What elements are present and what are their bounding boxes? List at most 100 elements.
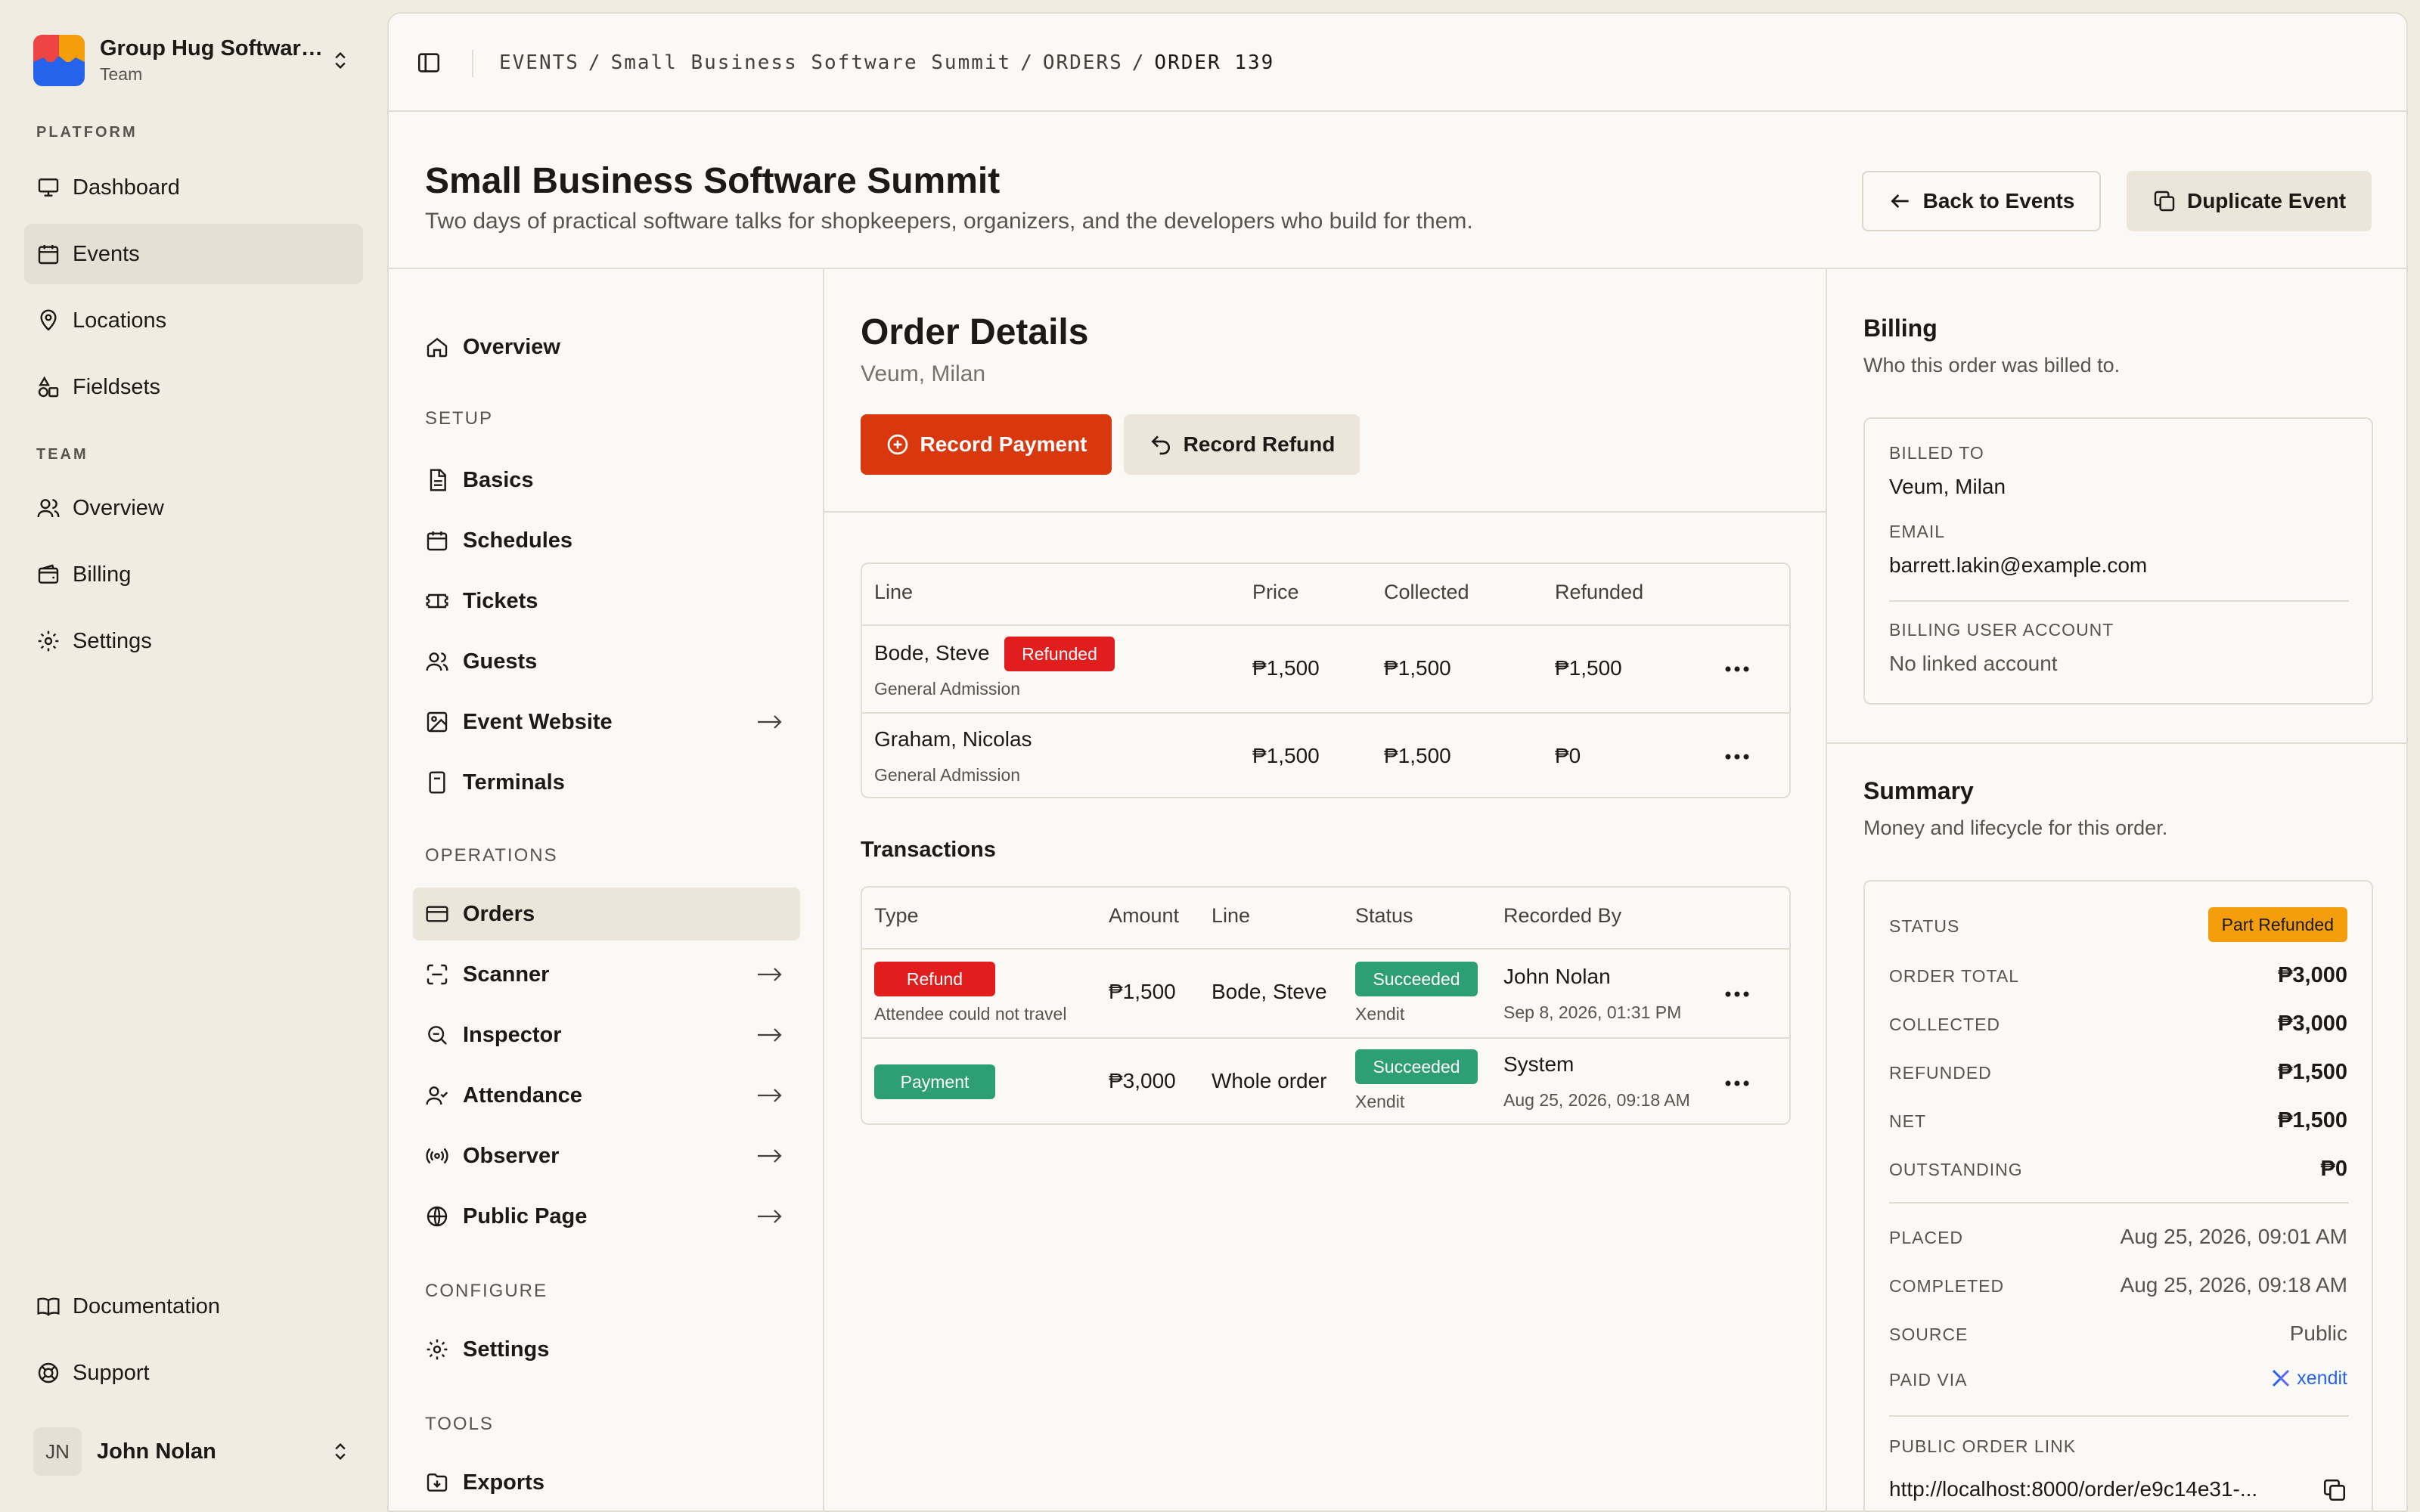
back-to-events-button[interactable]: Back to Events [1862, 171, 2101, 231]
billed-to-label: BILLED TO [1889, 443, 1984, 463]
column-header-refunded: Refunded [1555, 581, 1644, 603]
billed-to-value: Veum, Milan [1889, 475, 2006, 498]
event-nav-scanner[interactable]: Scanner [413, 948, 800, 1001]
team-name: Group Hug Software... [100, 36, 330, 60]
column-header-line: Line [874, 581, 914, 603]
duplicate-event-button[interactable]: Duplicate Event [2127, 171, 2372, 231]
table-row: Refund Attendee could not travel ₱1,500 … [862, 948, 1789, 1037]
sidebar-item-settings[interactable]: Settings [24, 611, 363, 671]
breadcrumb-events[interactable]: EVENTS [499, 51, 579, 74]
sidebar-item-team-overview[interactable]: Overview [24, 478, 363, 538]
user-menu[interactable]: JN John Nolan [33, 1421, 351, 1482]
operations-heading: OPERATIONS [425, 845, 558, 866]
team-switcher[interactable]: Group Hug Software... Team [33, 30, 351, 91]
line-price: ₱1,500 [1252, 744, 1320, 767]
scan-icon [427, 964, 448, 985]
column-header-collected: Collected [1384, 581, 1469, 603]
setup-heading: SETUP [425, 408, 494, 429]
sidebar-toggle-icon[interactable] [416, 50, 442, 76]
event-nav-schedules[interactable]: Schedules [413, 514, 800, 567]
event-nav-attendance[interactable]: Attendance [413, 1069, 800, 1122]
file-text-icon [430, 469, 446, 491]
column-header-type: Type [874, 904, 919, 927]
transaction-type-badge: Payment [874, 1064, 995, 1099]
status-label: STATUS [1889, 916, 1960, 936]
calendar-icon [38, 245, 59, 265]
chevron-up-down-icon [335, 52, 346, 69]
sidebar-item-support[interactable]: Support [24, 1343, 363, 1403]
attendee-link[interactable]: Graham, Nicolas [874, 727, 1032, 751]
sidebar-item-fieldsets[interactable]: Fieldsets [24, 357, 363, 417]
event-nav-orders[interactable]: Orders [413, 888, 800, 940]
app-sidebar: Group Hug Software... Team PLATFORM Dash… [0, 0, 387, 1512]
home-icon [427, 337, 448, 358]
event-nav-guests[interactable]: Guests [413, 635, 800, 688]
sidebar-item-locations[interactable]: Locations [24, 290, 363, 351]
payment-gateway: Xendit [1355, 1004, 1405, 1024]
user-check-icon [426, 1086, 448, 1105]
column-header-amount: Amount [1109, 904, 1180, 927]
search-icon [428, 1026, 447, 1045]
sidebar-item-label: Overview [73, 495, 164, 520]
status-badge: Part Refunded [2207, 907, 2347, 942]
public-order-link[interactable]: http://localhost:8000/order/e9c14e31-... [1889, 1477, 2297, 1501]
table-row: Graham, Nicolas General Admission ₱1,500… [862, 712, 1789, 800]
more-horizontal-icon[interactable] [1724, 753, 1750, 761]
net-value: ₱1,500 [2278, 1108, 2347, 1132]
breadcrumb-event[interactable]: Small Business Software Summit [611, 51, 1012, 74]
paid-via-logo: xendit [2270, 1367, 2347, 1390]
users-icon [37, 499, 60, 518]
line-collected: ₱1,500 [1384, 656, 1451, 680]
event-nav-overview[interactable]: Overview [413, 321, 800, 373]
sidebar-item-dashboard[interactable]: Dashboard [24, 157, 363, 218]
line-price: ₱1,500 [1252, 656, 1320, 680]
more-horizontal-icon[interactable] [1724, 990, 1750, 998]
sidebar-item-events[interactable]: Events [24, 224, 363, 284]
sidebar-item-billing[interactable]: Billing [24, 544, 363, 605]
event-nav-tickets[interactable]: Tickets [413, 575, 800, 627]
arrow-right-icon [758, 1149, 782, 1163]
globe-icon [427, 1206, 448, 1227]
transaction-line: Whole order [1212, 1069, 1327, 1092]
event-nav-terminals[interactable]: Terminals [413, 756, 800, 809]
team-logo [33, 35, 85, 86]
billing-title: Billing [1863, 314, 1938, 342]
sidebar-item-documentation[interactable]: Documentation [24, 1276, 363, 1337]
radio-broadcast-icon [426, 1148, 448, 1164]
shapes-icon [38, 376, 59, 398]
attendee-link[interactable]: Bode, Steve [874, 641, 990, 665]
column-header-recorded-by: Recorded By [1503, 904, 1622, 927]
event-nav-inspector[interactable]: Inspector [413, 1009, 800, 1061]
email-value: barrett.lakin@example.com [1889, 553, 2148, 577]
ticket-type: General Admission [874, 765, 1021, 785]
event-nav-public-page[interactable]: Public Page [413, 1190, 800, 1243]
summary-description: Money and lifecycle for this order. [1863, 816, 2168, 839]
more-horizontal-icon[interactable] [1724, 1080, 1750, 1087]
record-refund-button[interactable]: Record Refund [1124, 414, 1360, 475]
billing-description: Who this order was billed to. [1863, 354, 2121, 376]
public-link-label: PUBLIC ORDER LINK [1889, 1436, 2077, 1456]
net-label: NET [1889, 1111, 1926, 1131]
event-nav-settings[interactable]: Settings [413, 1323, 800, 1376]
event-nav-event-website[interactable]: Event Website [413, 696, 800, 748]
breadcrumb-orders[interactable]: ORDERS [1043, 51, 1123, 74]
transaction-note: Attendee could not travel [874, 1004, 1067, 1024]
payment-gateway: Xendit [1355, 1092, 1405, 1111]
platform-heading: PLATFORM [36, 124, 138, 141]
page-description: Two days of practical software talks for… [425, 209, 1473, 234]
record-payment-button[interactable]: Record Payment [861, 414, 1112, 475]
billing-account-label: BILLING USER ACCOUNT [1889, 620, 2114, 640]
order-title: Order Details [861, 312, 1089, 352]
event-nav-observer[interactable]: Observer [413, 1129, 800, 1182]
configure-heading: CONFIGURE [425, 1281, 548, 1301]
arrow-right-icon [758, 715, 782, 729]
more-horizontal-icon[interactable] [1724, 665, 1750, 673]
arrow-right-icon [758, 1028, 782, 1042]
copy-icon[interactable] [2322, 1477, 2347, 1503]
outstanding-label: OUTSTANDING [1889, 1160, 2023, 1179]
event-nav-exports[interactable]: Exports [413, 1456, 800, 1509]
plus-circle-icon [887, 434, 908, 455]
event-nav-basics[interactable]: Basics [413, 454, 800, 507]
order-content: Order Details Veum, Milan Record Payment… [824, 269, 1827, 1510]
gear-icon [38, 631, 59, 652]
